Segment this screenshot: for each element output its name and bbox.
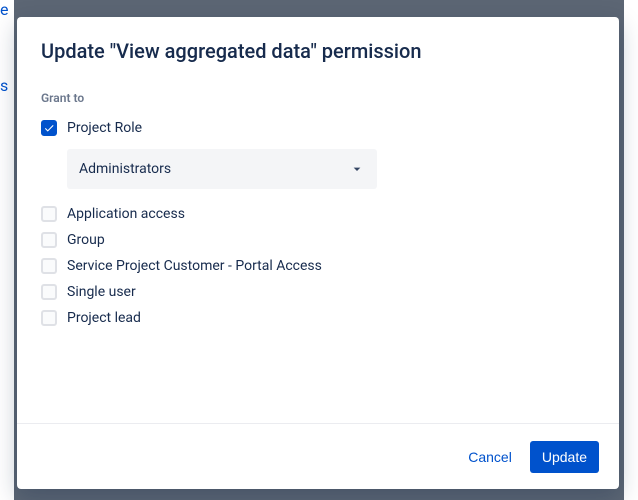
check-icon: [44, 123, 54, 133]
option-project-role[interactable]: Project Role: [41, 115, 595, 141]
option-label: Service Project Customer - Portal Access: [67, 258, 322, 274]
option-label: Project Role: [67, 120, 142, 136]
option-application-access[interactable]: Application access: [41, 201, 595, 227]
project-role-select[interactable]: Administrators: [67, 149, 377, 189]
checkbox-project-lead[interactable]: [41, 310, 57, 326]
chevron-down-icon: [349, 161, 365, 177]
grant-to-label: Grant to: [41, 91, 595, 105]
checkbox-project-role[interactable]: [41, 120, 57, 136]
checkbox-service-project-customer[interactable]: [41, 258, 57, 274]
option-single-user[interactable]: Single user: [41, 279, 595, 305]
modal-backdrop: es Update "View aggregated data" permiss…: [0, 0, 638, 500]
dialog-body: Update "View aggregated data" permission…: [17, 17, 619, 423]
background-fragment-right: [624, 0, 638, 500]
checkbox-single-user[interactable]: [41, 284, 57, 300]
update-button[interactable]: Update: [530, 441, 599, 473]
option-service-project-customer[interactable]: Service Project Customer - Portal Access: [41, 253, 595, 279]
update-permission-dialog: Update "View aggregated data" permission…: [17, 17, 619, 489]
select-value: Administrators: [79, 161, 171, 177]
checkbox-application-access[interactable]: [41, 206, 57, 222]
option-label: Single user: [67, 284, 136, 300]
project-role-select-wrap: Administrators: [67, 149, 377, 189]
dialog-footer: Cancel Update: [17, 423, 619, 489]
cancel-button[interactable]: Cancel: [456, 441, 524, 473]
option-label: Application access: [67, 206, 185, 222]
checkbox-group[interactable]: [41, 232, 57, 248]
option-group[interactable]: Group: [41, 227, 595, 253]
dialog-title: Update "View aggregated data" permission: [41, 39, 595, 63]
option-label: Project lead: [67, 310, 141, 326]
grant-to-options: Project Role Administrators Application …: [41, 115, 595, 331]
option-project-lead[interactable]: Project lead: [41, 305, 595, 331]
option-label: Group: [67, 232, 105, 248]
background-fragment-left: es: [0, 0, 14, 500]
